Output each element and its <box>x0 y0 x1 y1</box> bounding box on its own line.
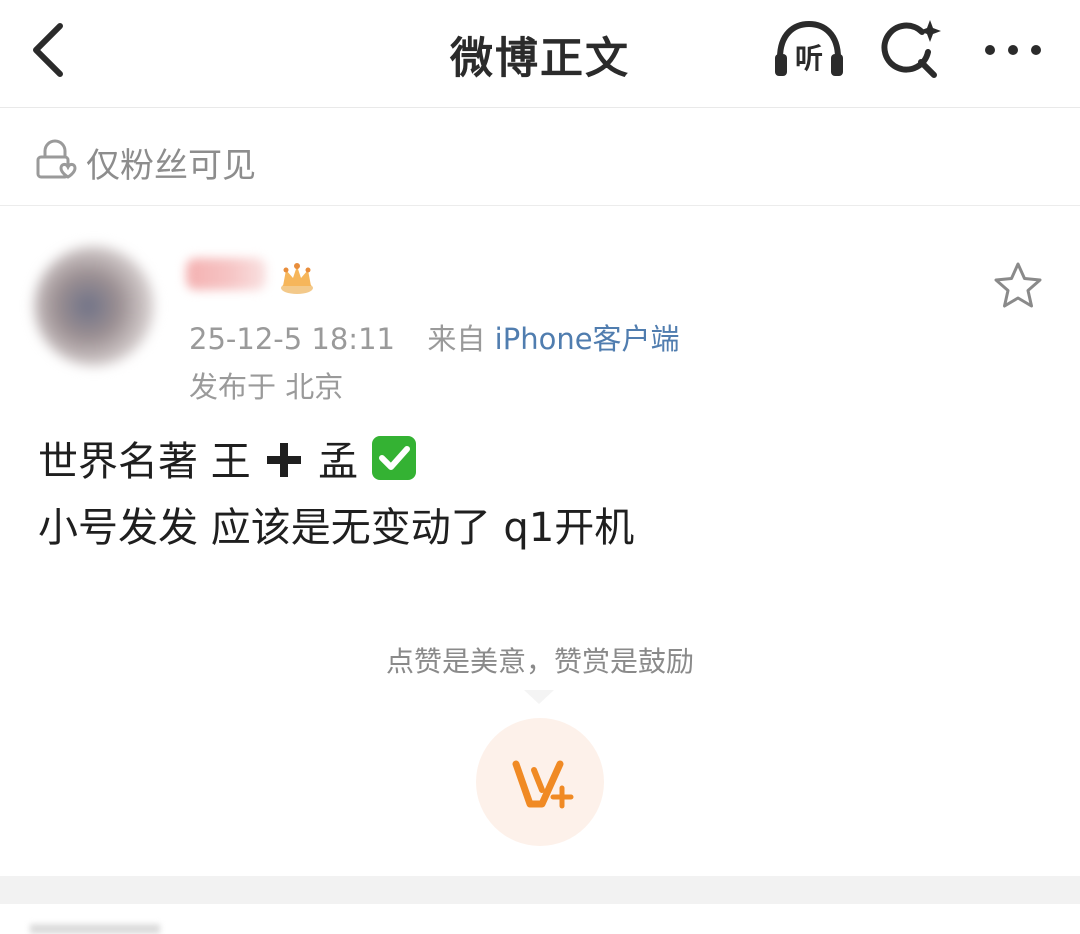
listen-button[interactable]: 听 <box>770 18 848 82</box>
search-button[interactable] <box>876 16 944 84</box>
post-meta: 25-12-5 18:11 来自 iPhone客户端 <box>189 316 680 358</box>
section-divider <box>0 876 1080 904</box>
content-line-1-text-b: 孟 <box>318 439 359 485</box>
avatar[interactable] <box>34 246 154 366</box>
reward-tip: 点赞是美意，赞赏是鼓励 <box>385 645 694 678</box>
post-from-prefix: 来自 <box>427 322 486 356</box>
search-sparkle-icon <box>881 20 941 78</box>
lock-heart-icon <box>33 137 77 181</box>
top-nav-bar: 微博正文 听 <box>0 0 1080 108</box>
favorite-button[interactable] <box>990 260 1046 312</box>
content-line-2: 小号发发 应该是无变动了 q1开机 <box>38 505 635 551</box>
listen-icon: 听 <box>775 20 843 76</box>
post-content: 世界名著 王 孟 小号发发 应该是无变动了 q1开机 <box>38 432 634 558</box>
more-icon <box>985 45 1041 55</box>
post-time: 25-12-5 18:11 <box>189 322 395 356</box>
content-line-1: 世界名著 王 孟 <box>38 432 634 498</box>
reward-v-plus-icon <box>512 760 574 809</box>
username[interactable] <box>186 258 266 290</box>
post-location: 发布于 北京 <box>189 370 344 404</box>
weibo-post-page: 微博正文 听 仅粉丝可见 25-12-5 18:11 来自 iPhone客户端 … <box>0 0 1080 934</box>
more-button[interactable] <box>980 30 1046 70</box>
content-line-1-text-a: 世界名著 王 <box>38 439 251 485</box>
listen-label: 听 <box>795 42 823 75</box>
visibility-label: 仅粉丝可见 <box>86 146 256 186</box>
star-icon <box>994 262 1042 308</box>
check-icon <box>371 435 417 498</box>
next-section <box>0 904 1080 934</box>
post-source-link[interactable]: iPhone客户端 <box>495 322 680 356</box>
plus-icon <box>263 438 305 498</box>
next-section-text <box>30 924 160 934</box>
reward-button[interactable] <box>476 718 604 846</box>
tip-pointer <box>524 690 554 704</box>
crown-badge-icon <box>276 256 318 296</box>
